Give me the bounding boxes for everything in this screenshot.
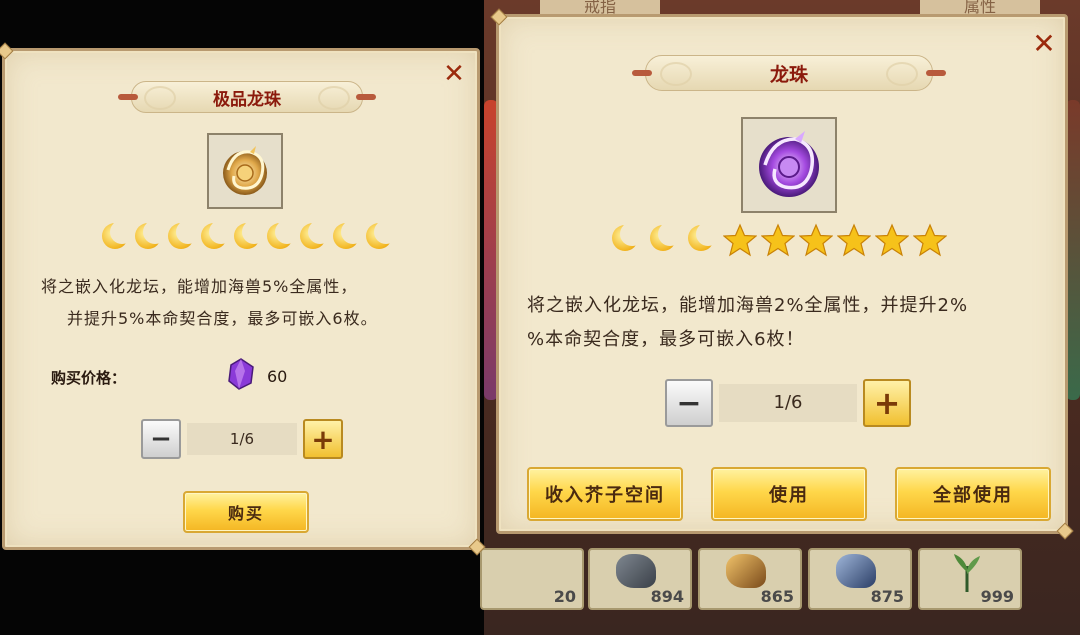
right-close-icon[interactable]: ✕ (1031, 30, 1057, 58)
right-plus-button[interactable]: + (863, 379, 911, 427)
use-button[interactable]: 使用 (711, 467, 867, 521)
left-dialog-title: 极品龙珠 (213, 89, 281, 110)
golden-dragon-orb-icon (223, 146, 267, 195)
blue-ore-item-icon (836, 554, 876, 588)
herb-item-icon (954, 554, 980, 592)
moon-grade-icon (264, 220, 299, 251)
moon-grade-icon (330, 220, 365, 251)
buy-button[interactable]: 购买 (183, 491, 309, 533)
left-dialog-title-bar: 极品龙珠 (118, 81, 376, 113)
left-grade-moons (99, 220, 398, 251)
right-dialog-title: 龙珠 (769, 63, 808, 86)
star-grade-icon (875, 223, 909, 257)
bg-inventory-slot[interactable]: 894 (588, 548, 692, 610)
right-minus-button[interactable]: − (665, 379, 713, 427)
moon-grade-icon (685, 222, 720, 257)
right-grade-icons (609, 222, 947, 257)
stone-item-icon (616, 554, 656, 588)
left-description: 将之嵌入化龙坛，能增加海兽5%全属性， 并提升5%本命契合度，最多可嵌入6枚。 (41, 271, 378, 335)
star-grade-icon (837, 223, 871, 257)
slot-count: 20 (553, 587, 576, 606)
right-quantity-value[interactable]: 1/6 (719, 384, 857, 422)
bg-inventory-slot[interactable]: 865 (698, 548, 802, 610)
cloud-ornament (318, 86, 350, 110)
left-item-icon-frame[interactable] (207, 133, 283, 209)
left-item-dialog: 极品龙珠 ✕ 将之嵌入化龙坛，能增加海兽5%全属性， 并提升5%本命契合度，最多… (0, 42, 486, 556)
moon-grade-icon (297, 220, 332, 251)
gold-ore-item-icon (726, 554, 766, 588)
title-rod-ornament (632, 70, 652, 76)
moon-grade-icon (363, 220, 398, 251)
moon-grade-icon (99, 220, 134, 251)
bg-inventory-slot[interactable]: 999 (918, 548, 1022, 610)
left-plus-button[interactable]: + (303, 419, 343, 459)
slot-count: 999 (980, 587, 1014, 606)
moon-grade-icon (609, 222, 644, 257)
slot-count: 865 (760, 587, 794, 606)
cloud-ornament (660, 62, 692, 86)
slot-count: 894 (650, 587, 684, 606)
price-value: 60 (267, 367, 288, 386)
title-rod-ornament (356, 94, 376, 100)
star-grade-icon (761, 223, 795, 257)
right-description: 将之嵌入化龙坛，能增加海兽2%全属性，并提升2% %本命契合度，最多可嵌入6枚！ (527, 289, 968, 357)
left-quantity-stepper: − 1/6 + (141, 419, 343, 459)
left-quantity-value[interactable]: 1/6 (187, 423, 297, 455)
left-description-line: 并提升5%本命契合度，最多可嵌入6枚。 (67, 309, 378, 328)
right-description-line: %本命契合度，最多可嵌入6枚！ (527, 329, 805, 350)
bg-side-ornament (1066, 100, 1080, 400)
title-rod-ornament (118, 94, 138, 100)
star-grade-icon (799, 223, 833, 257)
purple-dragon-orb-icon (759, 131, 819, 197)
right-dialog-title-bar: 龙珠 (632, 55, 946, 91)
left-description-line: 将之嵌入化龙坛，能增加海兽5%全属性， (41, 277, 358, 296)
right-description-line: 将之嵌入化龙坛，能增加海兽2%全属性，并提升2% (527, 295, 969, 316)
use-all-button[interactable]: 全部使用 (895, 467, 1051, 521)
cloud-ornament (144, 86, 176, 110)
moon-grade-icon (165, 220, 200, 251)
slot-count: 875 (870, 587, 904, 606)
right-item-icon-frame[interactable] (741, 117, 837, 213)
moon-grade-icon (132, 220, 167, 251)
left-minus-button[interactable]: − (141, 419, 181, 459)
store-in-space-button[interactable]: 收入芥子空间 (527, 467, 683, 521)
bg-inventory-slot[interactable]: 875 (808, 548, 912, 610)
star-grade-icon (913, 223, 947, 257)
price-label: 购买价格： (51, 369, 127, 387)
purple-crystal-icon (228, 358, 254, 390)
title-rod-ornament (926, 70, 946, 76)
moon-grade-icon (647, 222, 682, 257)
cloud-ornament (886, 62, 918, 86)
right-quantity-stepper: − 1/6 + (665, 379, 911, 427)
star-grade-icon (723, 223, 757, 257)
moon-grade-icon (198, 220, 233, 251)
left-close-icon[interactable]: ✕ (441, 61, 467, 87)
bg-inventory-slot[interactable]: 20 (480, 548, 584, 610)
right-item-dialog: 龙珠 ✕ 将之嵌入化龙坛，能增加海兽2%全属性，并提升2% %本命契合度，最多可… (490, 8, 1074, 540)
moon-grade-icon (231, 220, 266, 251)
